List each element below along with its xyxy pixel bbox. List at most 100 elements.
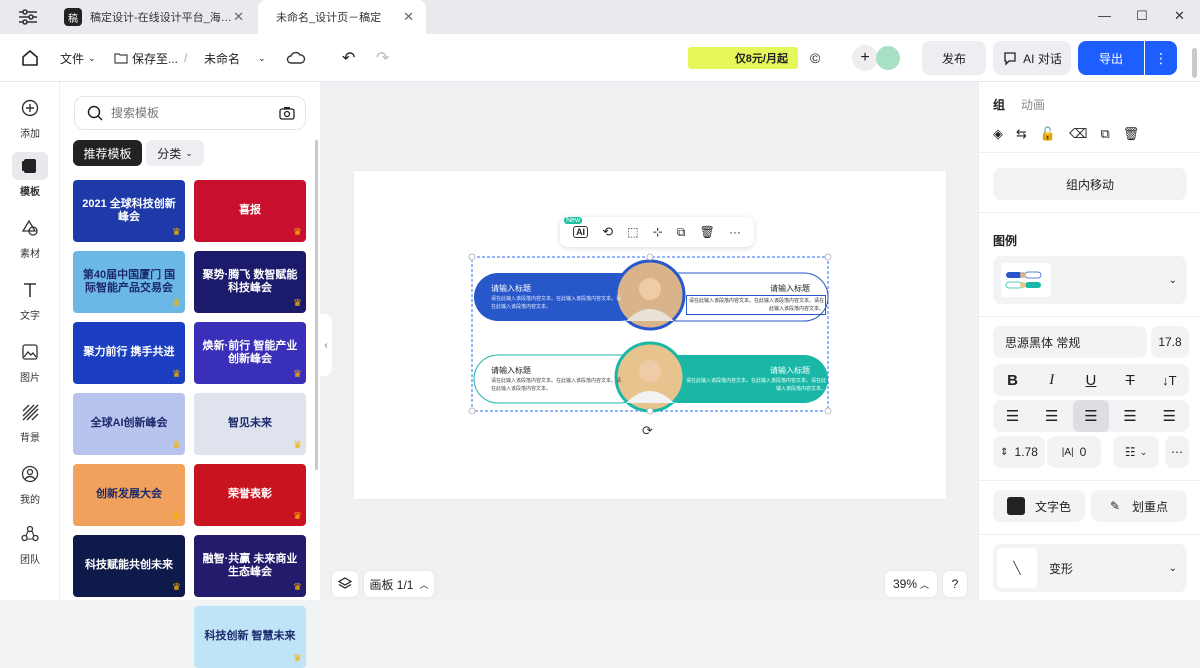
template-thumbnail[interactable]: 融智·共赢 未来商业生态峰会 ♛ [194,535,306,597]
align-left-icon[interactable]: ☰ [995,400,1031,432]
rail-item-add[interactable]: 添加 [0,94,60,140]
redo-icon[interactable]: ↷ [376,34,389,82]
item-body-3[interactable]: 请在此输入该段落内容文本。在此输入该段落内容文本。请在此输入该段落内容文本。 [491,377,623,393]
camera-icon[interactable] [279,106,295,120]
align-center-icon[interactable]: ☰ [1034,400,1070,432]
close-icon[interactable]: ✕ [403,9,414,25]
legend-style-select[interactable]: ⌄ [993,256,1187,304]
template-search[interactable] [74,96,306,130]
more-icon[interactable]: ··· [729,225,741,239]
maximize-icon[interactable]: ☐ [1136,8,1148,24]
item-body-4[interactable]: 请在此输入该段落内容文本。在此输入该段落内容文本。请在此输入该段落内容文本。 [686,377,826,393]
crop-icon[interactable]: ⬚ [627,225,638,239]
publish-button[interactable]: 发布 [922,41,986,75]
letter-spacing-input[interactable]: |A| 0 [1047,436,1101,468]
list-style-select[interactable]: ☷ ⌄ [1113,436,1159,468]
flip-icon[interactable]: ⇆ [1016,126,1027,142]
zoom-control[interactable]: 39% ︿ [885,571,937,597]
strikethrough-button[interactable]: T [1112,364,1148,396]
template-thumbnail[interactable]: 聚势·腾飞 数智赋能科技峰会 ♛ [194,251,306,313]
rotate-icon[interactable]: ⟳ [642,423,658,439]
tab-group[interactable]: 组 [993,96,1005,113]
italic-button[interactable]: I [1034,364,1070,396]
settings-icon[interactable] [18,8,38,26]
item-body-2[interactable]: 请在此输入该段落内容文本。在此输入该段落内容文本。请在此输入该段落内容文本。 [686,295,826,315]
add-collaborator-icon[interactable]: + [852,45,878,71]
template-thumbnail[interactable]: 科技赋能共创未来 ♛ [73,535,185,597]
duplicate-icon[interactable]: ⧉ [1100,126,1109,142]
file-menu[interactable]: 文件 ⌄ [60,34,96,82]
minimize-icon[interactable]: — [1098,8,1111,23]
artboard[interactable]: 请输入标题 请在此输入该段落内容文本。在此输入该段落内容文本。请在此输入该段落内… [354,171,946,499]
ai-edit-icon[interactable]: AI [573,226,589,238]
delete-icon[interactable]: 🗑 [700,225,715,239]
more-options-icon[interactable]: ⋯ [1165,436,1189,468]
layers-icon[interactable]: ◈ [993,126,1003,142]
item-title-1[interactable]: 请输入标题 [491,283,531,294]
window-scrollbar[interactable] [1192,48,1197,78]
template-thumbnail[interactable]: 创新发展大会 ♛ [73,464,185,526]
rail-item-images[interactable]: 图片 [0,338,60,384]
template-thumbnail[interactable]: 第40届中国厦门 国际智能产品交易会 ♛ [73,251,185,313]
group-move-button[interactable]: 组内移动 [993,168,1187,200]
highlight-button[interactable]: ✎ 划重点 [1091,490,1187,522]
document-name[interactable]: 未命名 ⌄ [204,34,266,82]
panel-scrollbar[interactable] [315,140,318,470]
collaborators[interactable]: + [852,34,900,82]
select-move-icon[interactable]: ⊹ [653,225,663,239]
artboard-selector[interactable]: 画板 1/1 ︿ [364,571,434,597]
font-family-select[interactable]: 思源黑体 常规 [993,326,1147,358]
rail-item-text[interactable]: 文字 [0,276,60,322]
rail-item-team[interactable]: 团队 [0,520,60,566]
vertical-text-button[interactable]: ↓T [1151,364,1187,396]
copyright-icon[interactable]: © [810,34,820,82]
template-thumbnail[interactable]: 喜报 ♛ [194,180,306,242]
home-icon[interactable] [20,34,40,82]
window-close-icon[interactable]: ✕ [1174,8,1185,24]
trash-icon[interactable]: 🗑 [1123,126,1140,142]
template-thumbnail[interactable]: 荣誉表彰 ♛ [194,464,306,526]
rail-item-mine[interactable]: 我的 [0,460,60,506]
tab-animation[interactable]: 动画 [1021,96,1045,113]
close-icon[interactable]: ✕ [233,9,244,25]
help-button[interactable]: ? [943,571,967,597]
item-title-3[interactable]: 请输入标题 [491,365,531,376]
format-paint-icon[interactable]: ⌫ [1069,126,1087,142]
collapse-panel-handle[interactable]: ‹ [320,314,332,376]
font-size-input[interactable]: 17.8 [1151,326,1189,358]
align-distribute-icon[interactable]: ☰ [1151,400,1187,432]
item-title-2[interactable]: 请输入标题 [770,283,810,294]
rail-item-materials[interactable]: 素材 [0,214,60,260]
template-thumbnail[interactable]: 智见未来 ♛ [194,393,306,455]
undo-icon[interactable]: ↶ [342,34,355,82]
browser-tab-design[interactable]: 未命名_设计页－稿定 ✕ [258,0,426,34]
promo-banner[interactable]: 仅8元/月起 [688,47,798,69]
line-height-input[interactable]: ⇕ 1.78 [993,436,1045,468]
template-thumbnail[interactable]: 焕新·前行 智能产业创新峰会 ♛ [194,322,306,384]
template-thumbnail[interactable]: 科技创新 智慧未来 ♛ [194,606,306,668]
save-to-button[interactable]: 保存至... [114,34,178,82]
template-thumbnail[interactable]: 全球AI创新峰会 ♛ [73,393,185,455]
align-justify-icon[interactable]: ☰ [1112,400,1148,432]
lock-icon[interactable]: 🔓 [1040,126,1056,142]
canvas-area[interactable]: ‹ 请输入标题 请在此输入该段落内容文本。在此输入该段落内容文本。请在此输入该段… [320,82,978,600]
template-thumbnail[interactable]: 聚力前行 携手共进 ♛ [73,322,185,384]
ai-chat-button[interactable]: AI 对话 [993,41,1071,75]
template-thumbnail[interactable]: 2021 全球科技创新峰会 ♛ [73,180,185,242]
underline-button[interactable]: U [1073,364,1109,396]
search-input[interactable] [111,106,261,120]
copy-icon[interactable]: ⧉ [677,225,686,240]
rail-item-templates[interactable]: 模板 [0,152,60,198]
item-title-4[interactable]: 请输入标题 [770,365,810,376]
bold-button[interactable]: B [995,364,1031,396]
tab-recommended[interactable]: 推荐模板 [73,140,142,166]
rail-item-background[interactable]: 背景 [0,398,60,444]
item-body-1[interactable]: 请在此输入该段落内容文本。在此输入该段落内容文本。请在此输入该段落内容文本。 [491,295,623,311]
export-more-icon[interactable]: ⋮ [1145,41,1177,75]
export-button[interactable]: 导出 [1078,41,1144,75]
align-right-icon[interactable]: ☰ [1072,400,1109,432]
text-color-button[interactable]: 文字色 [993,490,1085,522]
category-dropdown[interactable]: 分类 ⌄ [146,140,204,166]
browser-tab-gaoding[interactable]: 稿 稿定设计-在线设计平台_海… ✕ [56,0,256,34]
refresh-search-icon[interactable]: ⟲ [602,224,613,240]
